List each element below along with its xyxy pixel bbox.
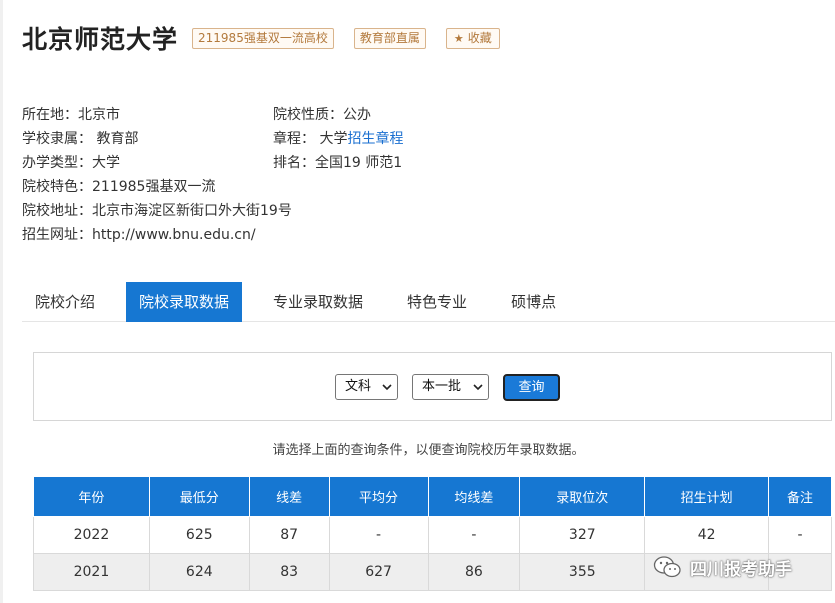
charter-link[interactable]: 招生章程 [347,131,403,147]
col-rank: 录取位次 [519,476,646,517]
cell-min-score: 625 [148,516,250,554]
col-min-score: 最低分 [148,476,250,517]
table-row: 2022 625 87 - - 327 42 - [33,516,832,554]
tag-moe-direct: 教育部直属 [353,27,426,49]
info-school-type: 办学类型：大学 [22,155,120,171]
info-charter-prefix: 章程： 大学 [273,131,348,147]
cell-avg-line-diff: - [427,516,521,554]
favorite-label: 收藏 [467,30,492,45]
col-line-diff: 线差 [248,476,330,517]
cell-min-score: 624 [148,553,250,591]
cell-year: 2022 [33,516,150,554]
info-right-column: 院校性质：公办 章程： 大学招生章程 排名：全国19 师范1 [273,103,403,175]
cell-year: 2021 [33,553,150,591]
col-note: 备注 [768,476,832,517]
info-ranking: 排名：全国19 师范1 [273,155,403,171]
tab-major-data[interactable]: 专业录取数据 [260,282,376,322]
col-plan: 招生计划 [644,476,770,517]
info-charter: 章程： 大学招生章程 [273,127,403,151]
col-avg-line-diff: 均线差 [427,476,521,517]
tag-985-211: 211985强基双一流高校 [192,27,334,49]
wechat-icon [653,556,681,578]
university-header: 北京师范大学 211985强基双一流高校 教育部直属 ★ 收藏 [22,18,500,58]
tab-admission-data[interactable]: 院校录取数据 [126,282,243,322]
query-hint: 请选择上面的查询条件，以便查询院校历年录取数据。 [272,443,585,458]
subject-select-value: 文科 [345,379,372,394]
cell-rank: 355 [519,553,646,591]
info-features: 院校特色：211985强基双一流 [22,179,216,195]
cell-note: - [768,516,832,554]
watermark: 四川报考助手 [653,554,792,580]
info-location: 所在地：北京市 [22,107,120,123]
batch-select-value: 本一批 [422,379,462,394]
cell-rank: 327 [519,516,646,554]
watermark-text: 四川报考助手 [690,559,792,580]
query-button[interactable]: 查询 [503,374,560,401]
tab-bar: 院校介绍 院校录取数据 专业录取数据 特色专业 硕博点 [22,282,835,322]
col-year: 年份 [33,476,150,517]
subject-select[interactable]: 文科 [335,374,398,400]
chevron-down-icon [382,384,392,391]
tab-featured-majors[interactable]: 特色专业 [394,282,480,322]
table-header-row: 年份 最低分 线差 平均分 均线差 录取位次 招生计划 备注 [33,476,832,517]
page-left-border [0,0,3,603]
cell-plan: 42 [644,516,770,554]
cell-line-diff: 87 [248,516,330,554]
info-address: 院校地址：北京市海淀区新街口外大街19号 [22,203,292,219]
tab-graduate-programs[interactable]: 硕博点 [498,282,569,322]
info-left-column: 所在地：北京市 学校隶属： 教育部 办学类型：大学 院校特色：211985强基双… [22,103,292,247]
col-avg-score: 平均分 [328,476,429,517]
cell-avg-line-diff: 86 [427,553,521,591]
batch-select[interactable]: 本一批 [412,374,489,400]
cell-avg-score: - [328,516,429,554]
tab-intro[interactable]: 院校介绍 [22,282,108,322]
favorite-button[interactable]: ★ 收藏 [445,27,500,49]
university-name: 北京师范大学 [22,25,179,54]
chevron-down-icon [473,384,483,391]
cell-line-diff: 83 [248,553,330,591]
query-panel: 文科 本一批 查询 [33,352,832,421]
info-nature: 院校性质：公办 [273,107,371,123]
info-website: 招生网址：http://www.bnu.edu.cn/ [22,227,256,243]
star-icon: ★ [453,31,464,45]
cell-avg-score: 627 [328,553,429,591]
info-affiliation: 学校隶属： 教育部 [22,131,139,147]
